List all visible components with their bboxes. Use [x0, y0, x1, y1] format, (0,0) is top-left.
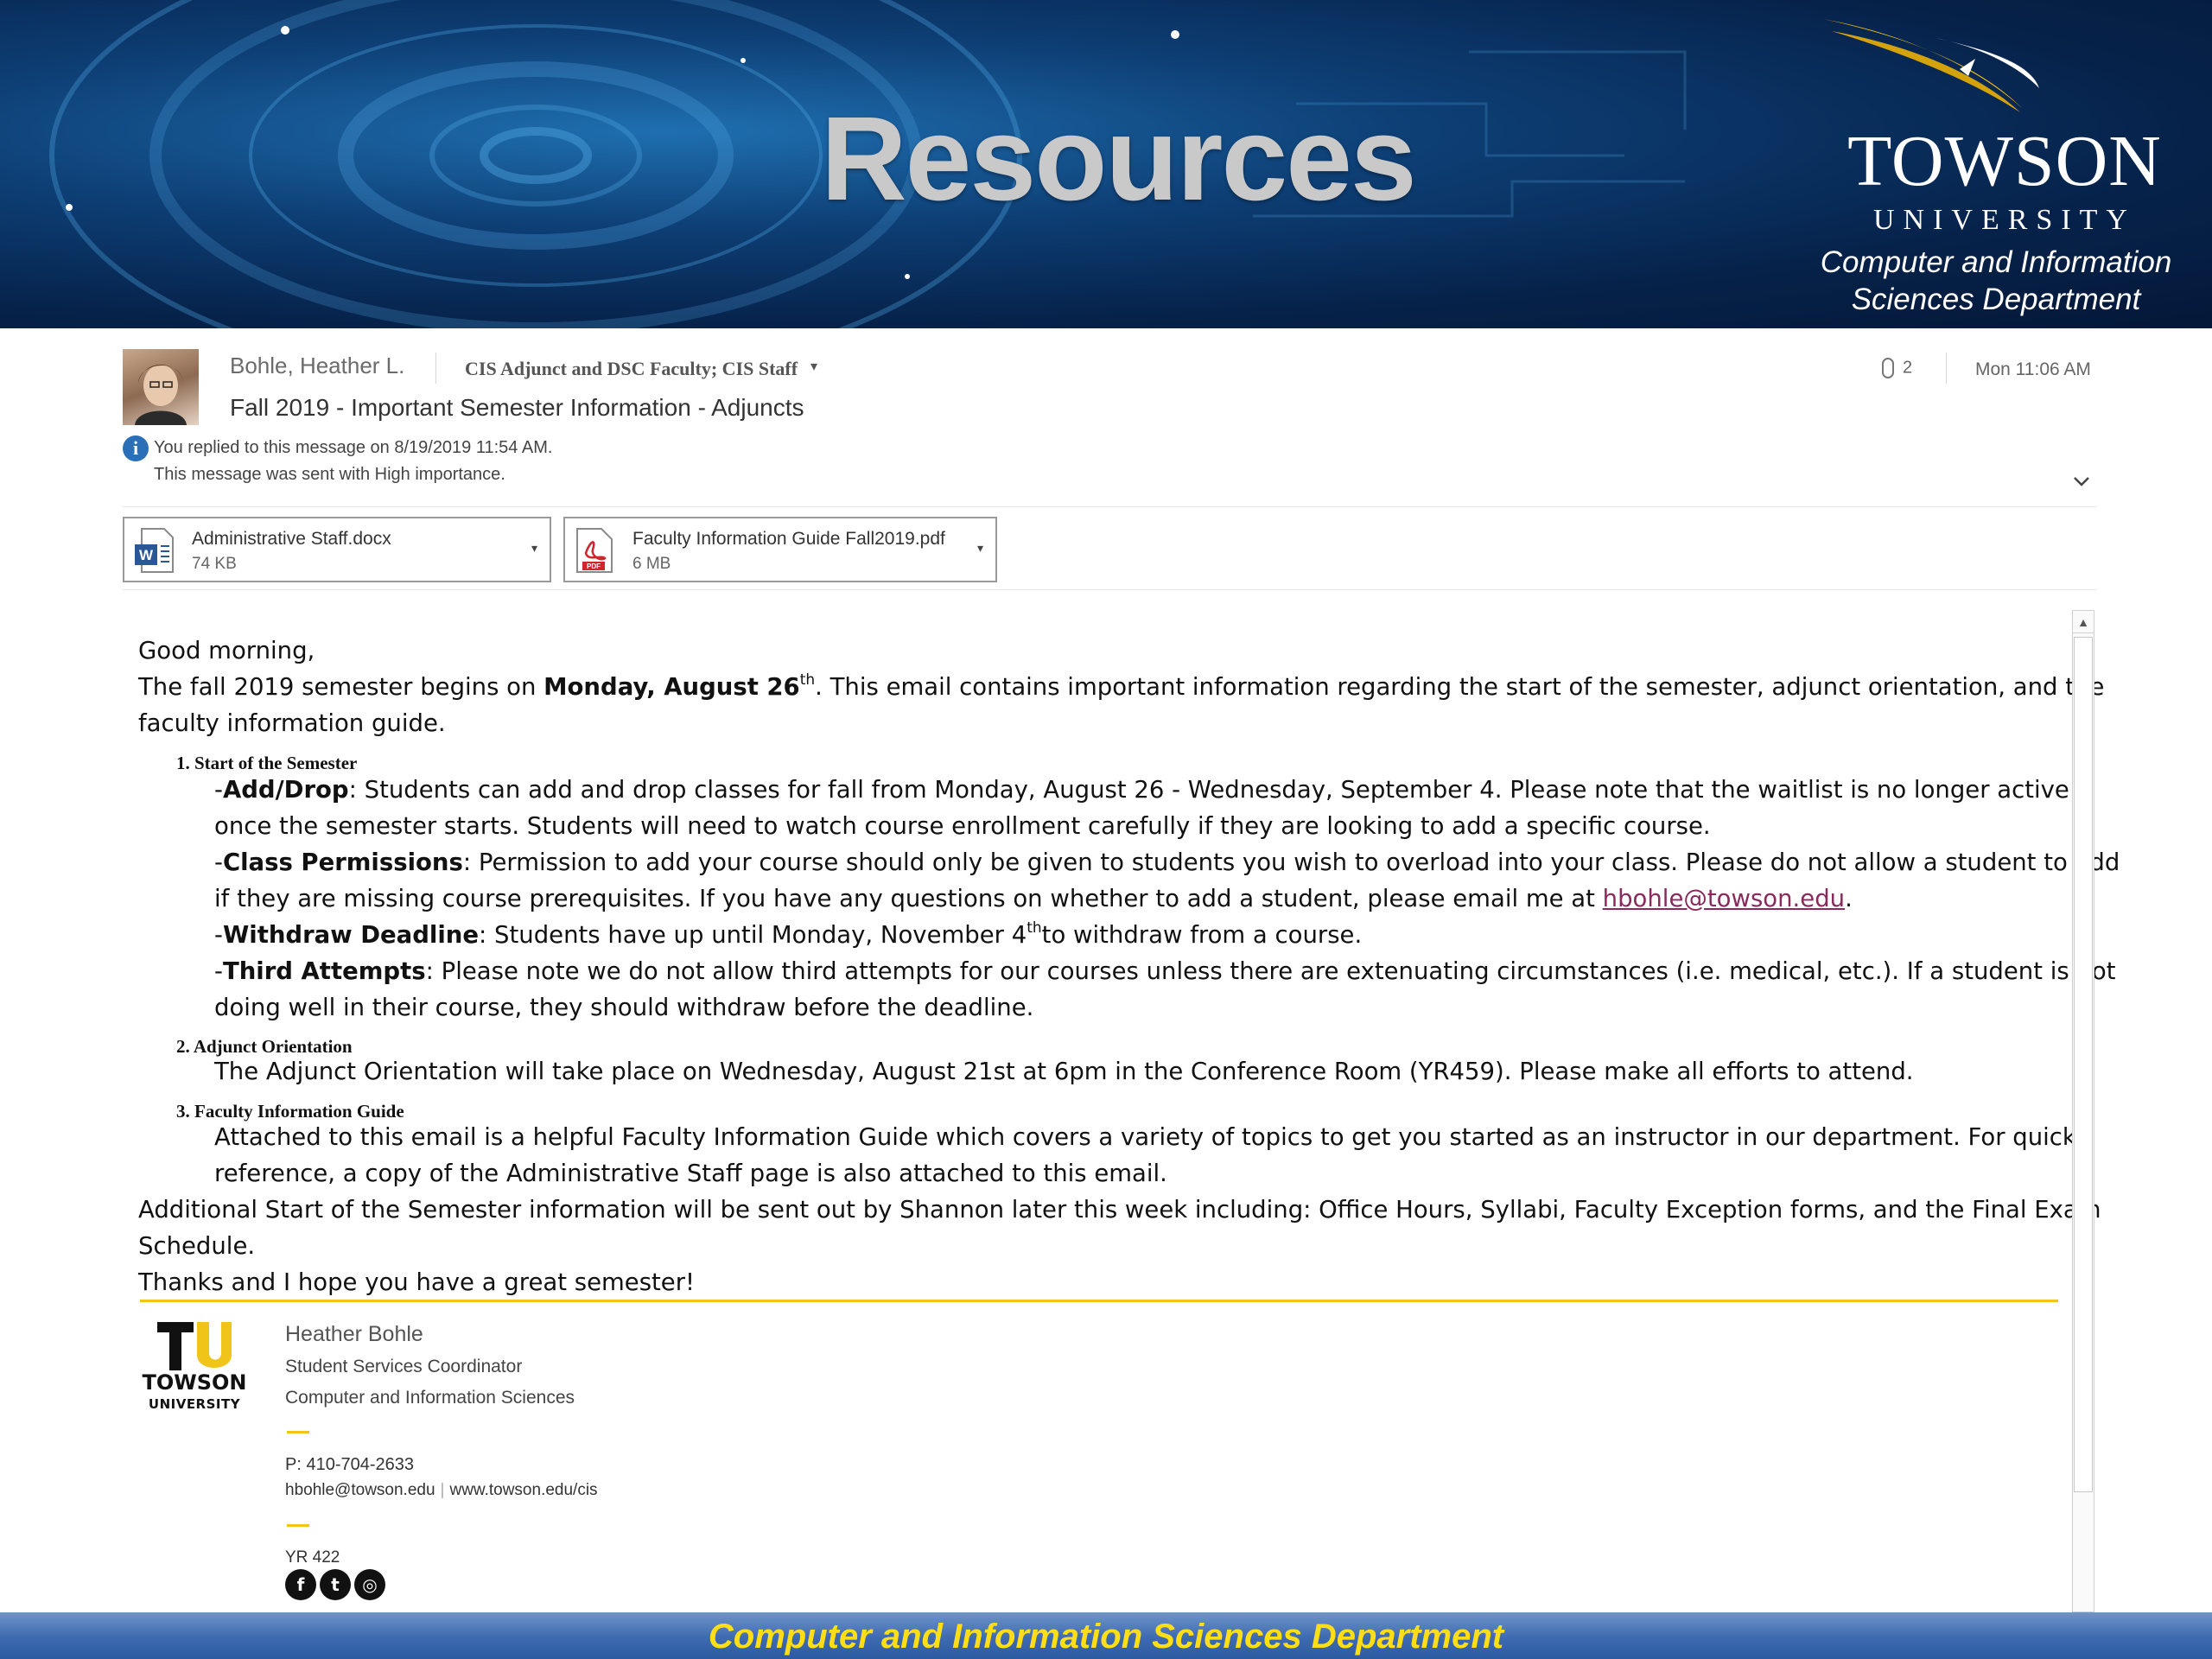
header-divider — [435, 353, 436, 384]
greeting: Good morning, — [138, 637, 315, 664]
chevron-down-icon[interactable]: ▾ — [977, 541, 983, 556]
footer-bar: Computer and Information Sciences Depart… — [0, 1612, 2212, 1659]
third-attempts-item: -Third Attempts: Please note we do not a… — [214, 957, 2116, 985]
svg-text:W: W — [139, 547, 154, 563]
class-permissions-item: -Class Permissions: Permission to add yo… — [214, 849, 2120, 876]
item-text: : Please note we do not allow third atte… — [425, 957, 2116, 985]
email-link[interactable]: hbohle@towson.edu — [1603, 885, 1845, 912]
banner-title: Resources — [821, 92, 1417, 226]
scroll-up-arrow-icon[interactable]: ▲ — [2073, 611, 2094, 633]
signature-email-link[interactable]: hbohle@towson.edu — [285, 1481, 435, 1499]
add-drop-item-cont: once the semester starts. Students will … — [214, 812, 1711, 840]
header-divider — [1946, 353, 1947, 384]
intro-text: . This email contains important informat… — [815, 673, 2105, 701]
signature-logo-towson: TOWSON — [142, 1370, 247, 1395]
signature-phone: P: 410-704-2633 — [285, 1455, 415, 1474]
instagram-icon[interactable]: ◎ — [354, 1569, 385, 1600]
attachment-count[interactable]: 2 — [1882, 358, 1912, 378]
logo-subtitle: UNIVERSITY — [1873, 204, 2136, 236]
tu-logo-icon — [157, 1322, 232, 1370]
signature-website-link[interactable]: www.towson.edu/cis — [449, 1481, 597, 1499]
signature-room: YR 422 — [285, 1548, 340, 1567]
department-name: Computer and Information Sciences Depart… — [1806, 244, 2186, 318]
item-label: Third Attempts — [222, 957, 426, 985]
orientation-text: The Adjunct Orientation will take place … — [214, 1058, 1914, 1085]
scroll-thumb[interactable] — [2074, 637, 2093, 1492]
header-banner: Resources TOWSON UNIVERSITY Computer and… — [0, 0, 2212, 328]
attachment-card[interactable]: PDF Faculty Information Guide Fall2019.p… — [563, 517, 997, 582]
importance-info: This message was sent with High importan… — [154, 465, 505, 484]
logo-wordmark: TOWSON — [1847, 121, 2162, 201]
intro-line: The fall 2019 semester begins on Monday,… — [138, 669, 2104, 705]
item-label: Add/Drop — [222, 776, 349, 804]
department-line-1: Computer and Information — [1820, 245, 2172, 279]
attachment-count-value: 2 — [1903, 358, 1913, 378]
pdf-icon: PDF — [576, 528, 613, 573]
intro-text: The fall 2019 semester begins on — [138, 673, 544, 701]
closing-line: Thanks and I hope you have a great semes… — [138, 1268, 696, 1296]
received-time: Mon 11:06 AM — [1975, 359, 2091, 379]
signature-department: Computer and Information Sciences — [285, 1388, 575, 1408]
towson-swoosh-icon — [1823, 19, 2039, 112]
additional-info-cont: Schedule. — [138, 1232, 256, 1260]
additional-info: Additional Start of the Semester informa… — [138, 1196, 2101, 1224]
ordinal-suffix: th — [1027, 919, 1042, 937]
signature-accent — [287, 1431, 309, 1433]
svg-text:PDF: PDF — [587, 563, 601, 570]
guide-text-cont: reference, a copy of the Administrative … — [214, 1160, 1167, 1187]
item-text: : Permission to add your course should o… — [462, 849, 2120, 876]
signature-title: Student Services Coordinator — [285, 1357, 523, 1376]
signature-name: Heather Bohle — [285, 1322, 423, 1346]
chevron-down-icon[interactable]: ▾ — [810, 358, 817, 375]
attachment-name: Faculty Information Guide Fall2019.pdf — [632, 529, 945, 549]
third-attempts-item-cont: doing well in their course, they should … — [214, 994, 1034, 1021]
attachment-size: 74 KB — [192, 555, 237, 573]
ordinal-suffix: th — [799, 671, 816, 689]
pipe-separator: | — [440, 1481, 445, 1499]
avatar-photo-icon — [135, 365, 187, 425]
facebook-icon[interactable]: f — [285, 1569, 316, 1600]
word-doc-icon: W — [135, 528, 174, 573]
signature-accent — [287, 1524, 309, 1527]
item-text: to withdraw from a course. — [1041, 921, 1363, 949]
item-text: : Students can add and drop classes for … — [348, 776, 2069, 804]
signature-contact: hbohle@towson.edu | www.towson.edu/cis — [285, 1481, 598, 1500]
footer-text: Computer and Information Sciences Depart… — [708, 1618, 1504, 1656]
attachment-size: 6 MB — [632, 555, 671, 573]
header-separator — [123, 506, 2096, 507]
item-text: if they are missing course prerequisites… — [214, 885, 1603, 912]
start-date: Monday, August 26 — [543, 673, 800, 701]
item-label: Class Permissions — [222, 849, 463, 876]
signature-logo-university: UNIVERSITY — [148, 1396, 241, 1412]
social-links: f t ◎ — [285, 1569, 385, 1602]
towson-university-logo: TOWSON UNIVERSITY Computer and Informati… — [1806, 9, 2186, 320]
item-label: Withdraw Deadline — [222, 921, 480, 949]
class-permissions-item-cont: if they are missing course prerequisites… — [214, 885, 1853, 912]
paperclip-icon — [1882, 358, 1894, 378]
body-scrollbar[interactable]: ▲ — [2072, 610, 2094, 1612]
info-icon: i — [123, 435, 149, 461]
item-text: : Students have up until Monday, Novembe… — [479, 921, 1027, 949]
attachment-name: Administrative Staff.docx — [192, 529, 391, 549]
department-line-2: Sciences Department — [1851, 283, 2141, 316]
chevron-down-icon[interactable] — [2072, 472, 2091, 491]
attachment-card[interactable]: W Administrative Staff.docx 74 KB ▾ — [123, 517, 551, 582]
twitter-icon[interactable]: t — [320, 1569, 351, 1600]
intro-line-2: faculty information guide. — [138, 709, 446, 737]
guide-text: Attached to this email is a helpful Facu… — [214, 1123, 2076, 1151]
sender-avatar[interactable] — [123, 349, 199, 425]
email-subject: Fall 2019 - Important Semester Informati… — [230, 394, 804, 421]
attachments-separator — [123, 589, 2096, 590]
add-drop-item: -Add/Drop: Students can add and drop cla… — [214, 776, 2069, 804]
chevron-down-icon[interactable]: ▾ — [531, 541, 537, 556]
reply-info[interactable]: You replied to this message on 8/19/2019… — [154, 438, 552, 458]
signature-divider — [140, 1300, 2058, 1302]
withdraw-deadline-item: -Withdraw Deadline: Students have up unt… — [214, 919, 1363, 950]
sender-name[interactable]: Bohle, Heather L. — [230, 353, 404, 379]
recipients-list[interactable]: CIS Adjunct and DSC Faculty; CIS Staff — [465, 358, 798, 380]
